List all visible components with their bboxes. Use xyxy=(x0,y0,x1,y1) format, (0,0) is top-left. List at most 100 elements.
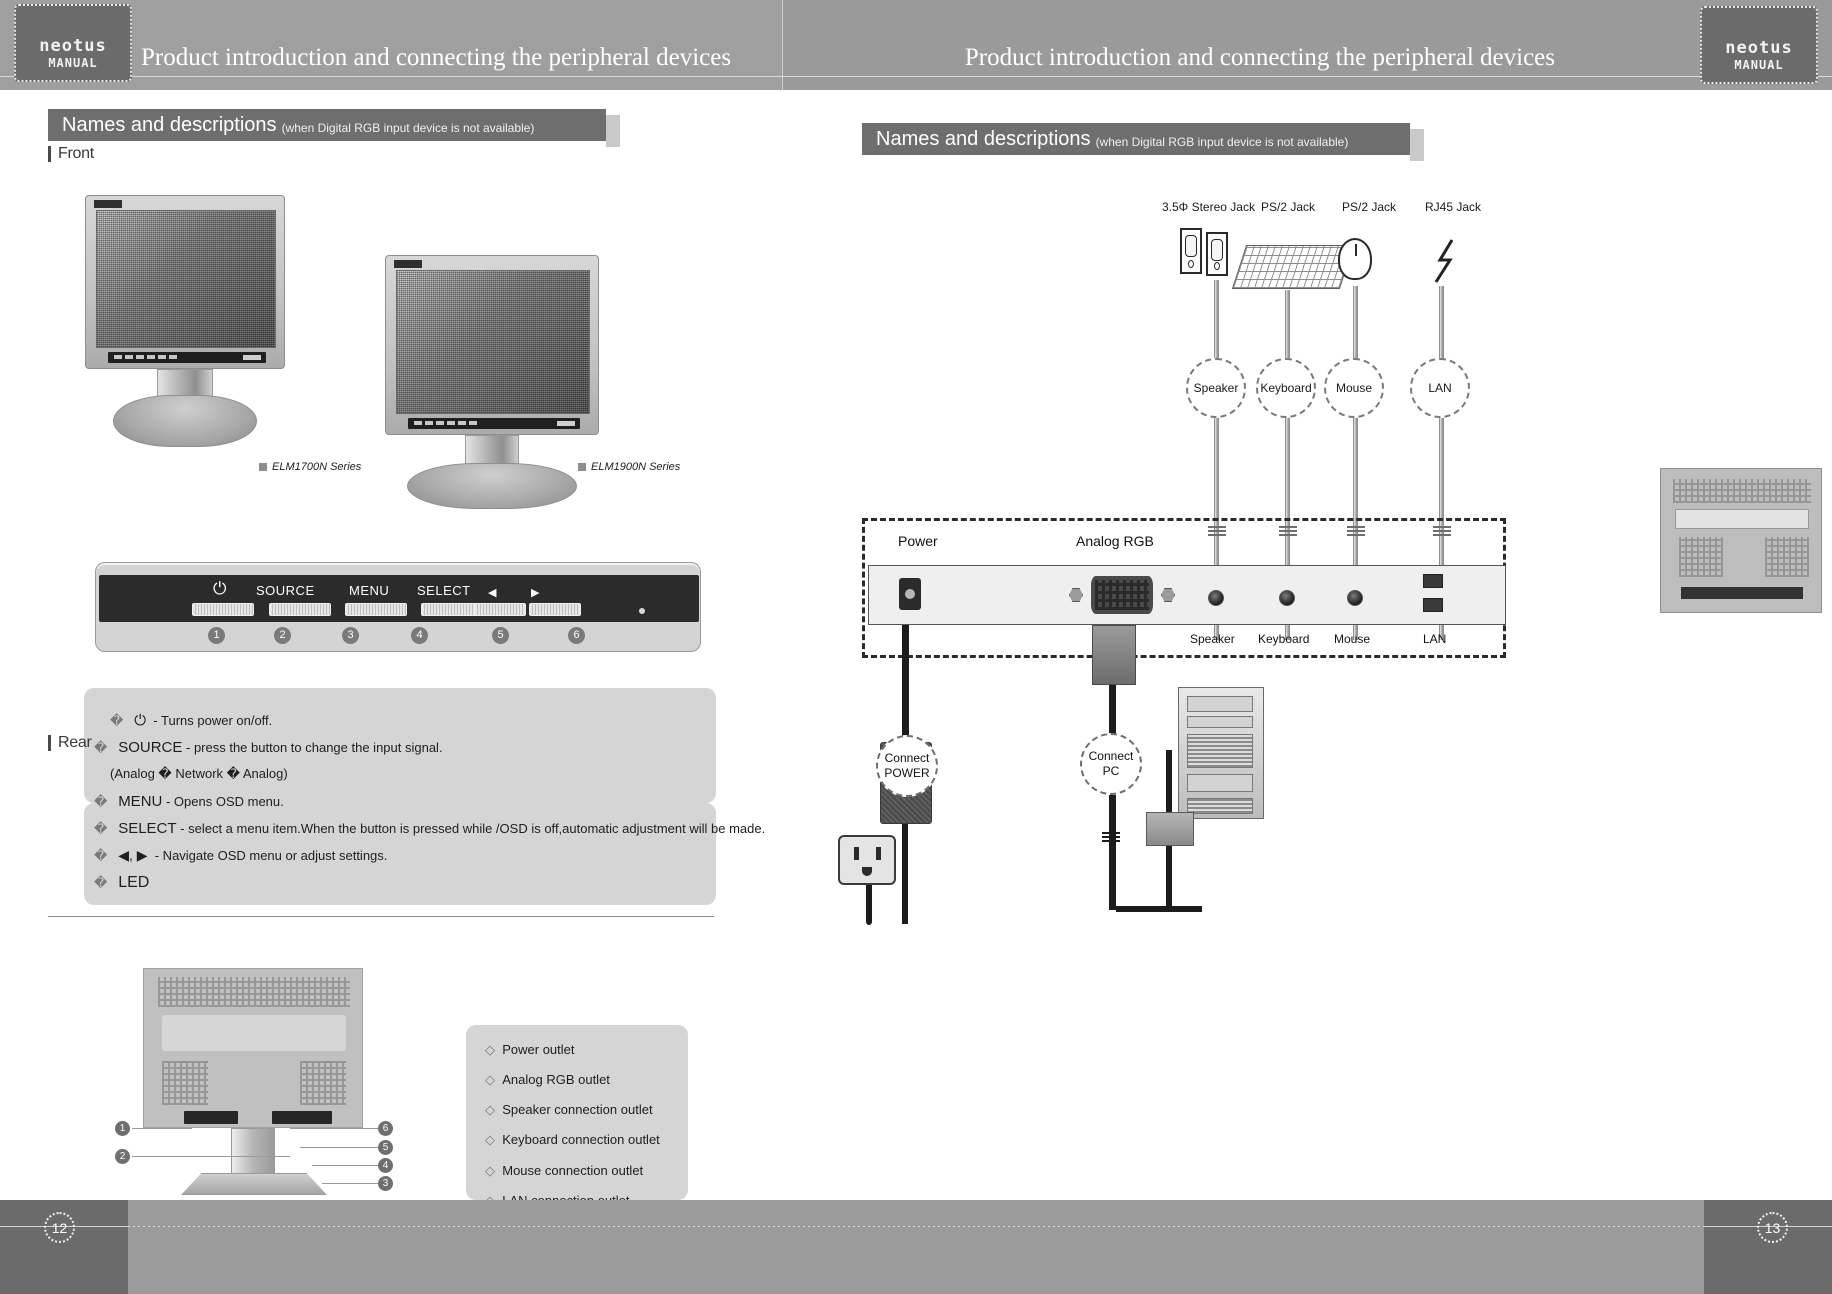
footer-rule-middle xyxy=(128,1226,1704,1227)
model-label-1900n: ELM1900N Series xyxy=(578,461,680,473)
monitor-base xyxy=(113,395,257,447)
rear-port-group-right xyxy=(272,1111,332,1124)
outlet-item-mouse: ◇ Mouse connection outlet xyxy=(485,1163,643,1179)
monitor-screen xyxy=(96,210,276,348)
monitor-screen-2 xyxy=(396,270,590,414)
rear-callout-4: 4 xyxy=(378,1158,393,1173)
port-label-lan: LAN xyxy=(1423,632,1447,646)
left-page: Names and descriptions (when Digital RGB… xyxy=(0,90,783,1208)
right-arrow-key[interactable] xyxy=(529,603,581,616)
desc-term-6: ◀, ▶ xyxy=(118,847,148,863)
monitor-brand-tag-2 xyxy=(394,260,422,268)
jack-label-ps2-keyboard: PS/2 Jack xyxy=(1261,200,1316,214)
brand-logo-secondary-text-right: MANUAL xyxy=(1734,58,1784,72)
desc-bullet-5: � xyxy=(94,821,108,836)
desc-term-5: SELECT xyxy=(118,820,177,837)
menu-key[interactable] xyxy=(345,603,407,616)
vga-connector-at-pc xyxy=(1146,812,1194,846)
brand-logo-left: neotus MANUAL xyxy=(14,4,132,82)
rear-monitor-illustration xyxy=(143,968,363,1203)
model-label-1700n: ELM1700N Series xyxy=(259,461,361,473)
jack-label-ps2-mouse: PS/2 Jack xyxy=(1342,200,1397,214)
vga-screw-left xyxy=(1069,588,1083,602)
desc-bullet-4: � xyxy=(94,794,108,809)
desc-bullet-7: � xyxy=(94,875,108,890)
vga-male-connector xyxy=(1092,625,1136,685)
connect-pc-line1: Connect xyxy=(1088,749,1134,763)
power-port xyxy=(899,578,921,610)
speaker-jack-port xyxy=(1208,590,1224,606)
footer-middle-block xyxy=(128,1200,1704,1294)
rear-lead-3 xyxy=(322,1183,378,1184)
connect-pc-callout: Connect PC xyxy=(1080,733,1142,795)
control-callout-6: 6 xyxy=(568,627,585,644)
desc-term-4: MENU xyxy=(118,793,163,810)
rear-small-ports xyxy=(1681,587,1803,599)
keyboard-icon xyxy=(1231,245,1355,289)
rear-heading: Rear xyxy=(48,735,92,751)
pc-power-button-area xyxy=(1187,774,1253,792)
desc-text-2: - press the button to change the input s… xyxy=(186,740,443,755)
wall-outlet xyxy=(838,835,896,885)
vga-cable-lower xyxy=(1109,795,1116,910)
rear-callout-2: 2 xyxy=(115,1149,130,1164)
right-section-subtitle: (when Digital RGB input device is not av… xyxy=(1095,134,1349,149)
desc-term-2: SOURCE xyxy=(118,739,183,756)
desc-text-4: - Opens OSD menu. xyxy=(165,794,284,809)
page-footer: 12 13 xyxy=(0,1200,1832,1294)
connect-pc-line2: PC xyxy=(1102,764,1120,778)
left-section-title: Names and descriptions xyxy=(62,113,277,136)
outlet-item-speaker: ◇ Speaker connection outlet xyxy=(485,1102,653,1118)
outlet-bullet-2: ◇ xyxy=(485,1072,495,1087)
vga-screw-right xyxy=(1161,588,1175,602)
monitor-base-2 xyxy=(407,463,577,509)
brand-logo-primary-text-right: neotus xyxy=(1725,38,1793,58)
rear-vent-left xyxy=(162,1061,208,1105)
port-label-keyboard: Keyboard xyxy=(1258,632,1310,646)
speaker-tweeter xyxy=(1188,260,1194,268)
rear-callout-1: 1 xyxy=(115,1121,130,1136)
vga-cable-break xyxy=(1102,832,1120,842)
speaker-icon xyxy=(1180,228,1202,274)
port-label-power: Power xyxy=(898,533,938,549)
select-button-label: SELECT xyxy=(417,583,471,598)
pc-lower-grille xyxy=(1187,798,1253,814)
mouse-ps2-port xyxy=(1347,590,1363,606)
rear-monitor-small xyxy=(1660,468,1822,613)
pc-optical-bay xyxy=(1187,696,1253,712)
right-page: Names and descriptions (when Digital RGB… xyxy=(784,90,1832,1200)
power-key[interactable] xyxy=(192,603,254,616)
pc-tower-illustration xyxy=(1178,687,1264,819)
right-section-bar-shadow xyxy=(1410,129,1424,161)
left-arrow-key[interactable] xyxy=(474,603,526,616)
monitor-strip-buttons-2 xyxy=(414,421,477,425)
connect-power-callout: Connect POWER xyxy=(876,735,938,797)
power-icon-inline: ⏻ xyxy=(134,712,147,729)
monitor-bezel-2 xyxy=(385,255,599,435)
rear-monitor-base xyxy=(181,1173,327,1195)
power-icon: ⏻ xyxy=(213,579,227,598)
jack-label-rj45: RJ45 Jack xyxy=(1425,200,1482,214)
right-section-title: Names and descriptions xyxy=(876,127,1091,150)
rear-small-vent xyxy=(1673,479,1811,503)
device-circle-mouse: Mouse xyxy=(1324,358,1384,418)
led-indicator xyxy=(639,608,645,614)
rear-handle-recess xyxy=(162,1015,346,1051)
rear-small-vent-3 xyxy=(1765,537,1809,577)
monitor-illustration-1700n xyxy=(85,195,305,447)
desc-row-select: � SELECT - select a menu item.When the b… xyxy=(94,820,765,837)
source-key[interactable] xyxy=(269,603,331,616)
rear-vent-right xyxy=(300,1061,346,1105)
model-bullet-square-2 xyxy=(578,463,586,472)
desc-bullet-1: � xyxy=(110,713,124,728)
rear-monitor-neck xyxy=(231,1128,275,1180)
brand-logo-primary-text: neotus xyxy=(39,36,107,56)
rear-port-group-left xyxy=(184,1111,238,1124)
control-callout-2: 2 xyxy=(274,627,291,644)
rear-vent-top xyxy=(158,977,350,1007)
io-port-panel xyxy=(868,565,1506,625)
lan-rj45-port-bottom xyxy=(1423,598,1443,612)
page-number-left: 12 xyxy=(44,1212,75,1243)
control-panel-face: ⏻ SOURCE MENU SELECT ◀ ▶ xyxy=(99,575,699,622)
desc-text-5: - select a menu item.When the button is … xyxy=(180,821,766,836)
